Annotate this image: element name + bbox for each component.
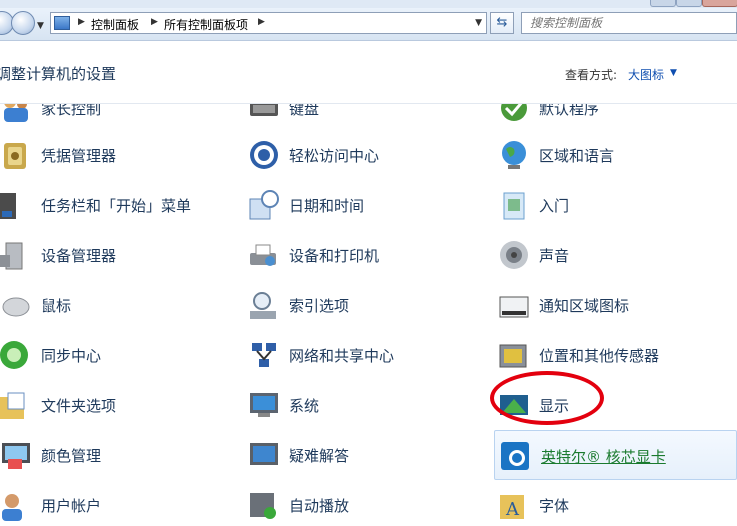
item-label: 日期和时间	[289, 197, 365, 215]
item-label: 索引选项	[289, 297, 350, 315]
calendar-clock-icon	[249, 190, 279, 220]
intel-graphics-icon	[501, 442, 529, 470]
item-mouse[interactable]: 鼠标	[0, 284, 230, 326]
item-label: 通知区域图标	[539, 297, 630, 315]
item-label: 文件夹选项	[41, 397, 117, 415]
network-icon	[252, 343, 276, 367]
device-manager-icon	[0, 242, 23, 270]
item-color-management[interactable]: 颜色管理	[0, 434, 230, 476]
item-folder-options[interactable]: 文件夹选项	[0, 384, 230, 426]
sync-icon	[0, 341, 28, 369]
getting-started-icon	[503, 192, 525, 220]
item-label: 键盘	[289, 100, 320, 118]
item-label: 网络和共享中心	[289, 347, 395, 365]
item-ease-of-access[interactable]: 轻松访问中心	[248, 134, 478, 176]
item-taskbar-start-menu[interactable]: 任务栏和「开始」菜单	[0, 184, 230, 226]
notification-area-icon	[499, 296, 529, 318]
taskbar-icon	[0, 193, 16, 219]
item-troubleshooting[interactable]: 疑难解答	[248, 434, 478, 476]
item-date-time[interactable]: 日期和时间	[248, 184, 478, 226]
item-label: 位置和其他传感器	[539, 347, 660, 365]
item-keyboard[interactable]: 键盘	[248, 100, 478, 129]
item-device-manager[interactable]: 设备管理器	[0, 234, 230, 276]
item-network-sharing-center[interactable]: 网络和共享中心	[248, 334, 478, 376]
item-intel-graphics[interactable]: 英特尔® 核芯显卡	[494, 430, 737, 480]
system-icon	[250, 393, 278, 417]
item-label: 颜色管理	[41, 447, 102, 465]
item-label: 设备管理器	[41, 247, 117, 265]
item-fonts[interactable]: A 字体	[498, 484, 728, 526]
item-autoplay[interactable]: 自动播放	[248, 484, 478, 526]
item-label: 疑难解答	[289, 447, 350, 465]
item-label: 凭据管理器	[41, 147, 117, 165]
item-sound[interactable]: 声音	[498, 234, 728, 276]
item-notification-area-icons[interactable]: 通知区域图标	[498, 284, 728, 326]
item-location-sensors[interactable]: 位置和其他传感器	[498, 334, 728, 376]
troubleshooting-icon	[250, 443, 278, 465]
item-indexing-options[interactable]: 索引选项	[248, 284, 478, 326]
item-system[interactable]: 系统	[248, 384, 478, 426]
item-label: 家长控制	[41, 100, 102, 118]
color-management-icon	[2, 443, 30, 469]
item-label: 入门	[539, 197, 570, 215]
credential-manager-icon	[4, 143, 26, 169]
item-default-programs[interactable]: 默认程序	[498, 100, 728, 129]
highlight-circle-annotation	[490, 371, 604, 425]
printer-icon	[250, 244, 276, 266]
user-accounts-icon	[2, 494, 22, 521]
item-label: 默认程序	[539, 100, 600, 118]
item-region-language[interactable]: 区域和语言	[498, 134, 728, 176]
item-label: 设备和打印机	[289, 247, 380, 265]
item-user-accounts[interactable]: 用户帐户	[0, 484, 230, 526]
globe-icon	[502, 141, 526, 169]
item-credential-manager[interactable]: 凭据管理器	[0, 134, 230, 176]
default-programs-icon	[501, 104, 527, 121]
item-label: 字体	[539, 497, 570, 515]
control-panel-items: 家长控制 键盘 默认程序 凭据管理器 轻松访问中心 区域和语言 任务栏和「开始」…	[0, 0, 737, 521]
item-label: 用户帐户	[41, 497, 102, 515]
ease-of-access-icon	[250, 141, 278, 169]
parental-controls-icon	[4, 104, 28, 122]
location-sensor-icon	[499, 344, 527, 368]
item-devices-printers[interactable]: 设备和打印机	[248, 234, 478, 276]
mouse-icon	[2, 297, 30, 317]
folder-options-icon	[0, 392, 25, 419]
item-label: 声音	[539, 247, 570, 265]
item-label: 任务栏和「开始」菜单	[41, 197, 192, 215]
indexing-icon	[250, 292, 276, 319]
item-sync-center[interactable]: 同步中心	[0, 334, 230, 376]
item-getting-started[interactable]: 入门	[498, 184, 728, 226]
speaker-icon	[500, 241, 528, 269]
item-parental-controls[interactable]: 家长控制	[0, 100, 230, 129]
item-label: 鼠标	[41, 297, 72, 315]
item-label: 自动播放	[289, 497, 350, 515]
item-label: 同步中心	[41, 347, 102, 365]
item-label: 系统	[289, 397, 320, 415]
item-label: 区域和语言	[539, 147, 615, 165]
autoplay-icon	[250, 493, 276, 519]
fonts-icon: A	[500, 495, 524, 520]
item-label: 轻松访问中心	[289, 147, 380, 165]
keyboard-icon	[250, 104, 278, 116]
item-label: 英特尔® 核芯显卡	[541, 448, 666, 466]
